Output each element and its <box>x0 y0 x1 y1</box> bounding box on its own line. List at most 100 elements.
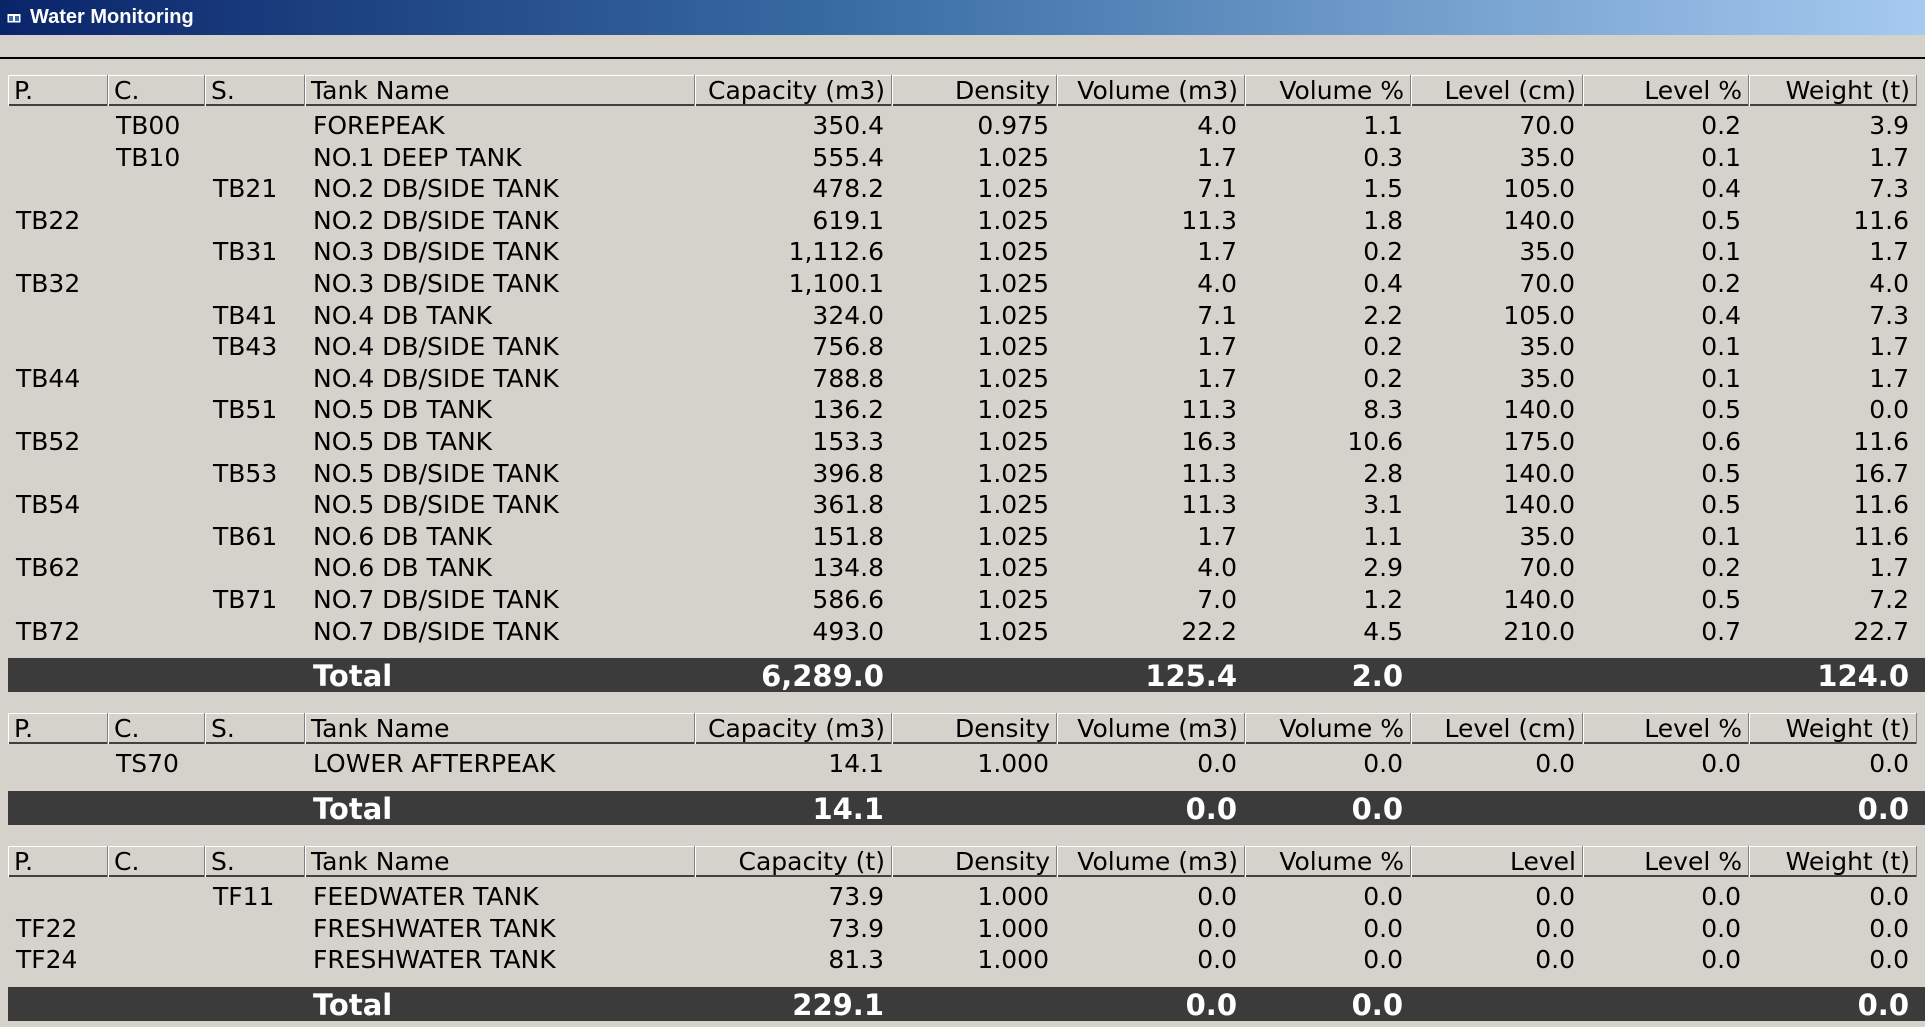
header-tank-name[interactable]: Tank Name <box>305 75 695 106</box>
col-weight-cell: 7.3 <box>1869 300 1909 330</box>
header-capacity[interactable]: Capacity (t) <box>695 846 892 877</box>
table-row[interactable]: TB41 NO.4 DB TANK 324.0 1.025 7.1 2.2 105.0 0.4… <box>0 299 1925 331</box>
header-p[interactable]: P. <box>8 846 108 877</box>
col-p-cell <box>8 235 108 267</box>
header-volume-pct[interactable]: Volume % <box>1245 713 1411 744</box>
col-density-cell: 1.025 <box>977 142 1049 172</box>
col-density-cell: 1.025 <box>977 174 1049 204</box>
col-p-cell: TB32 <box>16 268 81 298</box>
header-p[interactable]: P. <box>8 713 108 744</box>
col-capacity-cell: 1,100.1 <box>788 268 884 298</box>
col-tank-name-cell: NO.5 DB TANK <box>313 426 493 456</box>
col-c-cell: TB00 <box>116 111 181 140</box>
header-level-pct[interactable]: Level % <box>1583 846 1749 877</box>
col-level-cell: 210.0 <box>1503 616 1575 646</box>
header-level[interactable]: Level (cm) <box>1411 75 1583 106</box>
table-row[interactable]: TB21 NO.2 DB/SIDE TANK 478.2 1.025 7.1 1.5 105… <box>0 172 1925 204</box>
header-weight[interactable]: Weight (t) <box>1749 846 1917 877</box>
table-row[interactable]: TB61 NO.6 DB TANK 151.8 1.025 1.7 1.1 35.0 0.1 1… <box>0 520 1925 552</box>
header-weight[interactable]: Weight (t) <box>1749 75 1917 106</box>
col-density-cell: 1.000 <box>977 749 1049 778</box>
col-c-cell: TS70 <box>116 749 179 778</box>
col-weight-cell: 0.0 <box>1869 395 1909 425</box>
table-row[interactable]: TF11 FEEDWATER TANK 73.9 1.000 0.0 0.0 0.0 0.0 0… <box>0 880 1925 912</box>
title-bar[interactable]: Water Monitoring <box>0 0 1925 35</box>
header-s[interactable]: S. <box>205 846 305 877</box>
col-volume-cell: 11.3 <box>1181 490 1237 520</box>
col-level-pct-cell: 0.1 <box>1701 237 1741 267</box>
col-weight-cell: 11.6 <box>1853 426 1909 456</box>
col-density-cell: 0.975 <box>977 111 1049 140</box>
table-row[interactable]: TB43 NO.4 DB/SIDE TANK 756.8 1.025 1.7 0.2 35.… <box>0 330 1925 362</box>
header-capacity[interactable]: Capacity (m3) <box>695 713 892 744</box>
header-c[interactable]: C. <box>108 713 205 744</box>
header-level-pct[interactable]: Level % <box>1583 713 1749 744</box>
col-level-pct-cell: 0.2 <box>1701 268 1741 298</box>
header-tank-name[interactable]: Tank Name <box>305 846 695 877</box>
col-volume-pct-cell: 2.2 <box>1363 300 1403 330</box>
header-volume-pct[interactable]: Volume % <box>1245 846 1411 877</box>
table-row[interactable]: TB44 NO.4 DB/SIDE TANK 788.8 1.025 1.7 0.2 35.… <box>0 362 1925 394</box>
fresh-water-tank-table: P. C. S. Tank Name Capacity (t) Density Volume… <box>0 846 1925 1022</box>
header-volume[interactable]: Volume (m3) <box>1057 75 1245 106</box>
table-row[interactable]: TB71 NO.7 DB/SIDE TANK 586.6 1.025 7.0 1.2 140… <box>0 583 1925 615</box>
col-weight-cell: 7.3 <box>1869 174 1909 204</box>
header-capacity[interactable]: Capacity (m3) <box>695 75 892 106</box>
table-row[interactable]: TB00 FOREPEAK 350.4 0.975 4.0 1.1 70.0 0.2 3.9 <box>0 109 1925 141</box>
header-s[interactable]: S. <box>205 75 305 106</box>
header-p[interactable]: P. <box>8 75 108 106</box>
header-volume[interactable]: Volume (m3) <box>1057 846 1245 877</box>
header-density[interactable]: Density <box>892 846 1057 877</box>
header-volume-pct[interactable]: Volume % <box>1245 75 1411 106</box>
total-capacity: 6,289.0 <box>761 659 884 694</box>
col-tank-name-cell: NO.3 DB/SIDE TANK <box>313 237 559 267</box>
header-s[interactable]: S. <box>205 713 305 744</box>
total-weight: 124.0 <box>1817 659 1909 694</box>
afterpeak-tank-table: P. C. S. Tank Name Capacity (m3) Density Volum… <box>0 713 1925 826</box>
window-app-icon[interactable] <box>6 9 22 25</box>
col-weight-cell: 3.9 <box>1869 111 1909 140</box>
col-density-cell: 1.000 <box>977 882 1049 911</box>
table-row[interactable]: TB72 NO.7 DB/SIDE TANK 493.0 1.025 22.2 4.5 21… <box>0 615 1925 647</box>
col-level-cell: 70.0 <box>1519 111 1575 140</box>
header-level[interactable]: Level (cm) <box>1411 713 1583 744</box>
table-row[interactable]: TB10 NO.1 DEEP TANK 555.4 1.025 1.7 0.3 35.0 0.… <box>0 141 1925 173</box>
table-row[interactable]: TB22 NO.2 DB/SIDE TANK 619.1 1.025 11.3 1.8 14… <box>0 204 1925 236</box>
table-row[interactable]: TS70 LOWER AFTERPEAK 14.1 1.000 0.0 0.0 0.0 0.0… <box>0 747 1925 779</box>
table-row[interactable]: TF24 FRESHWATER TANK 81.3 1.000 0.0 0.0 0.0 0.0… <box>0 943 1925 975</box>
col-level-cell: 35.0 <box>1519 237 1575 267</box>
col-volume-cell: 7.0 <box>1197 584 1237 614</box>
header-level[interactable]: Level <box>1411 846 1583 877</box>
table-row[interactable]: TF22 FRESHWATER TANK 73.9 1.000 0.0 0.0 0.0 0.0… <box>0 912 1925 944</box>
header-c[interactable]: C. <box>108 846 205 877</box>
col-level-pct-cell: 0.5 <box>1701 490 1741 520</box>
col-density-cell: 1.025 <box>977 237 1049 267</box>
col-capacity-cell: 151.8 <box>812 521 884 551</box>
table-row[interactable]: TB54 NO.5 DB/SIDE TANK 361.8 1.025 11.3 3.1 14… <box>0 488 1925 520</box>
header-weight[interactable]: Weight (t) <box>1749 713 1917 744</box>
col-capacity-cell: 361.8 <box>812 490 884 520</box>
header-level-pct[interactable]: Level % <box>1583 75 1749 106</box>
table-row[interactable]: TB31 NO.3 DB/SIDE TANK 1,112.6 1.025 1.7 0.2 3… <box>0 235 1925 267</box>
col-tank-name-cell: NO.2 DB/SIDE TANK <box>313 205 559 235</box>
header-density[interactable]: Density <box>892 713 1057 744</box>
col-density-cell: 1.025 <box>977 363 1049 393</box>
header-c[interactable]: C. <box>108 75 205 106</box>
header-tank-name[interactable]: Tank Name <box>305 713 695 744</box>
table-row[interactable]: TB52 NO.5 DB TANK 153.3 1.025 16.3 10.6 175.0 0… <box>0 425 1925 457</box>
col-level-cell: 0.0 <box>1535 749 1575 778</box>
header-volume[interactable]: Volume (m3) <box>1057 713 1245 744</box>
table-row[interactable]: TB32 NO.3 DB/SIDE TANK 1,100.1 1.025 4.0 0.4 7… <box>0 267 1925 299</box>
col-weight-cell: 0.0 <box>1869 882 1909 911</box>
col-tank-name-cell: FEEDWATER TANK <box>313 882 539 911</box>
table-row[interactable]: TB53 NO.5 DB/SIDE TANK 396.8 1.025 11.3 2.8 14… <box>0 457 1925 489</box>
table-row[interactable]: TB62 NO.6 DB TANK 134.8 1.025 4.0 2.9 70.0 0.2 1… <box>0 551 1925 583</box>
col-s-cell: TB71 <box>213 584 278 614</box>
col-level-pct-cell: 0.1 <box>1701 363 1741 393</box>
col-s-cell <box>205 362 305 394</box>
col-volume-pct-cell: 1.2 <box>1363 584 1403 614</box>
col-density-cell: 1.025 <box>977 300 1049 330</box>
col-c-cell <box>108 425 205 457</box>
table-row[interactable]: TB51 NO.5 DB TANK 136.2 1.025 11.3 8.3 140.0 0.… <box>0 393 1925 425</box>
header-density[interactable]: Density <box>892 75 1057 106</box>
